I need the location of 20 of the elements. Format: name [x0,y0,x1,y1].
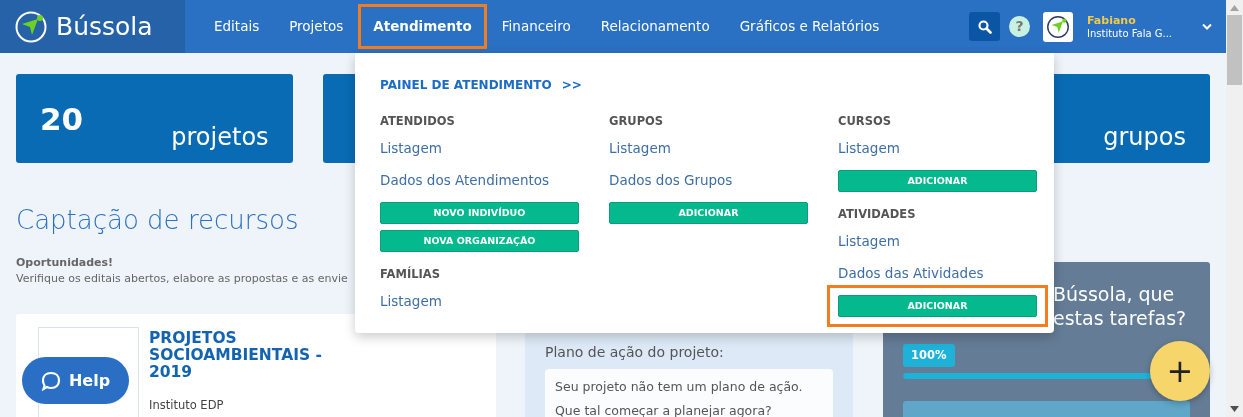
card-heading: Bússola, que [1053,282,1175,306]
card-heading: estas tarefas? [1053,306,1187,330]
menu-heading: ATENDIDOS [380,113,456,129]
plan-title: Plano de ação do projeto: [545,343,725,362]
organization-name: Instituto EDP [149,397,225,414]
organization-name: Instituto Fala G... [1087,26,1173,40]
menu-heading: ATIVIDADES [838,206,917,222]
menu-heading: CURSOS [838,113,892,129]
section-description: Verifique os editais abertos, elabore as propostas e as envie [16,271,348,287]
section-title: Captação de recursos [16,204,299,237]
plan-message: Seu projeto não tem um plano de ação. Que tal começar a planejar agora? [545,369,833,417]
menu-heading: FAMÍLIAS [380,266,441,282]
stat-label: projetos [171,122,269,153]
stat-value: 20 [40,100,84,139]
progress-badge: 100% [903,344,955,368]
brand-name: Bússola [56,10,153,43]
stat-label: grupos [1103,122,1186,153]
user-name: Fabiano [1087,13,1137,27]
section-subtitle: Oportunidades! [16,255,115,271]
menu-heading: GRUPOS [609,113,665,129]
